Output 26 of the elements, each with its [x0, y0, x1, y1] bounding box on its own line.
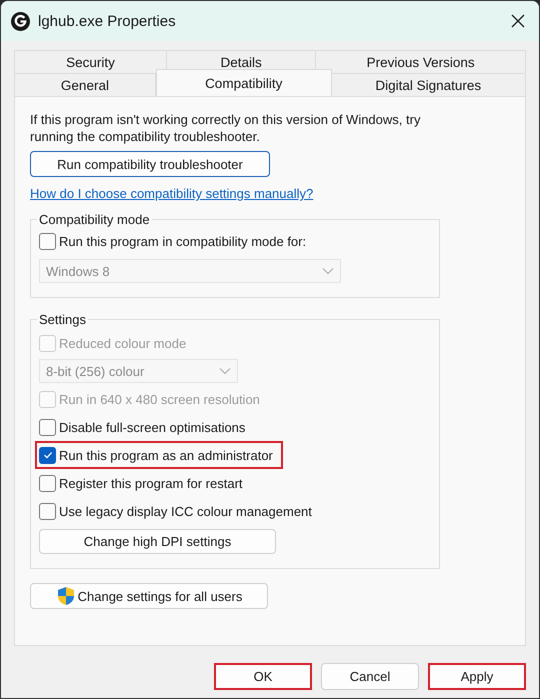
chevron-down-icon	[219, 367, 231, 375]
troubleshooter-button[interactable]: Run compatibility troubleshooter	[30, 151, 270, 177]
checkbox-row[interactable]: Disable full-screen optimisations	[35, 413, 256, 441]
help-link[interactable]: How do I choose compatibility settings manually?	[30, 186, 314, 201]
tab[interactable]: Security	[14, 50, 168, 73]
checkbox-row[interactable]: Register this program for restart	[35, 469, 253, 497]
checkbox-row[interactable]: Use legacy display ICC colour management	[35, 497, 322, 525]
high-dpi-button[interactable]: Change high DPI settings	[39, 529, 276, 554]
dialog-button[interactable]: OK	[214, 663, 312, 690]
dialog-button[interactable]: Apply	[428, 663, 526, 690]
app-logo-icon	[11, 12, 30, 30]
tab[interactable]: General	[14, 73, 156, 96]
close-icon	[511, 14, 525, 28]
group-legend: Compatibility mode	[37, 212, 152, 227]
group-legend: Settings	[37, 312, 88, 327]
checkbox-row[interactable]: Run this program in compatibility mode for:	[35, 229, 316, 253]
intro-text: If this program isn't working correctly on this version of Windows, try running the compatibility troubleshooter.	[30, 111, 422, 145]
chevron-down-icon	[322, 267, 334, 275]
tab[interactable]: Digital Signatures	[332, 73, 526, 96]
highlighted-checkbox-row[interactable]: Run this program as an administrator	[35, 441, 283, 469]
tab[interactable]: Previous Versions	[316, 50, 526, 73]
window-title: lghub.exe Properties	[38, 12, 177, 30]
shield-icon	[56, 586, 76, 606]
dialog-button[interactable]: Cancel	[321, 663, 419, 690]
all-users-button[interactable]: Change settings for all users	[30, 583, 268, 609]
tab[interactable]: Compatibility	[156, 69, 332, 96]
